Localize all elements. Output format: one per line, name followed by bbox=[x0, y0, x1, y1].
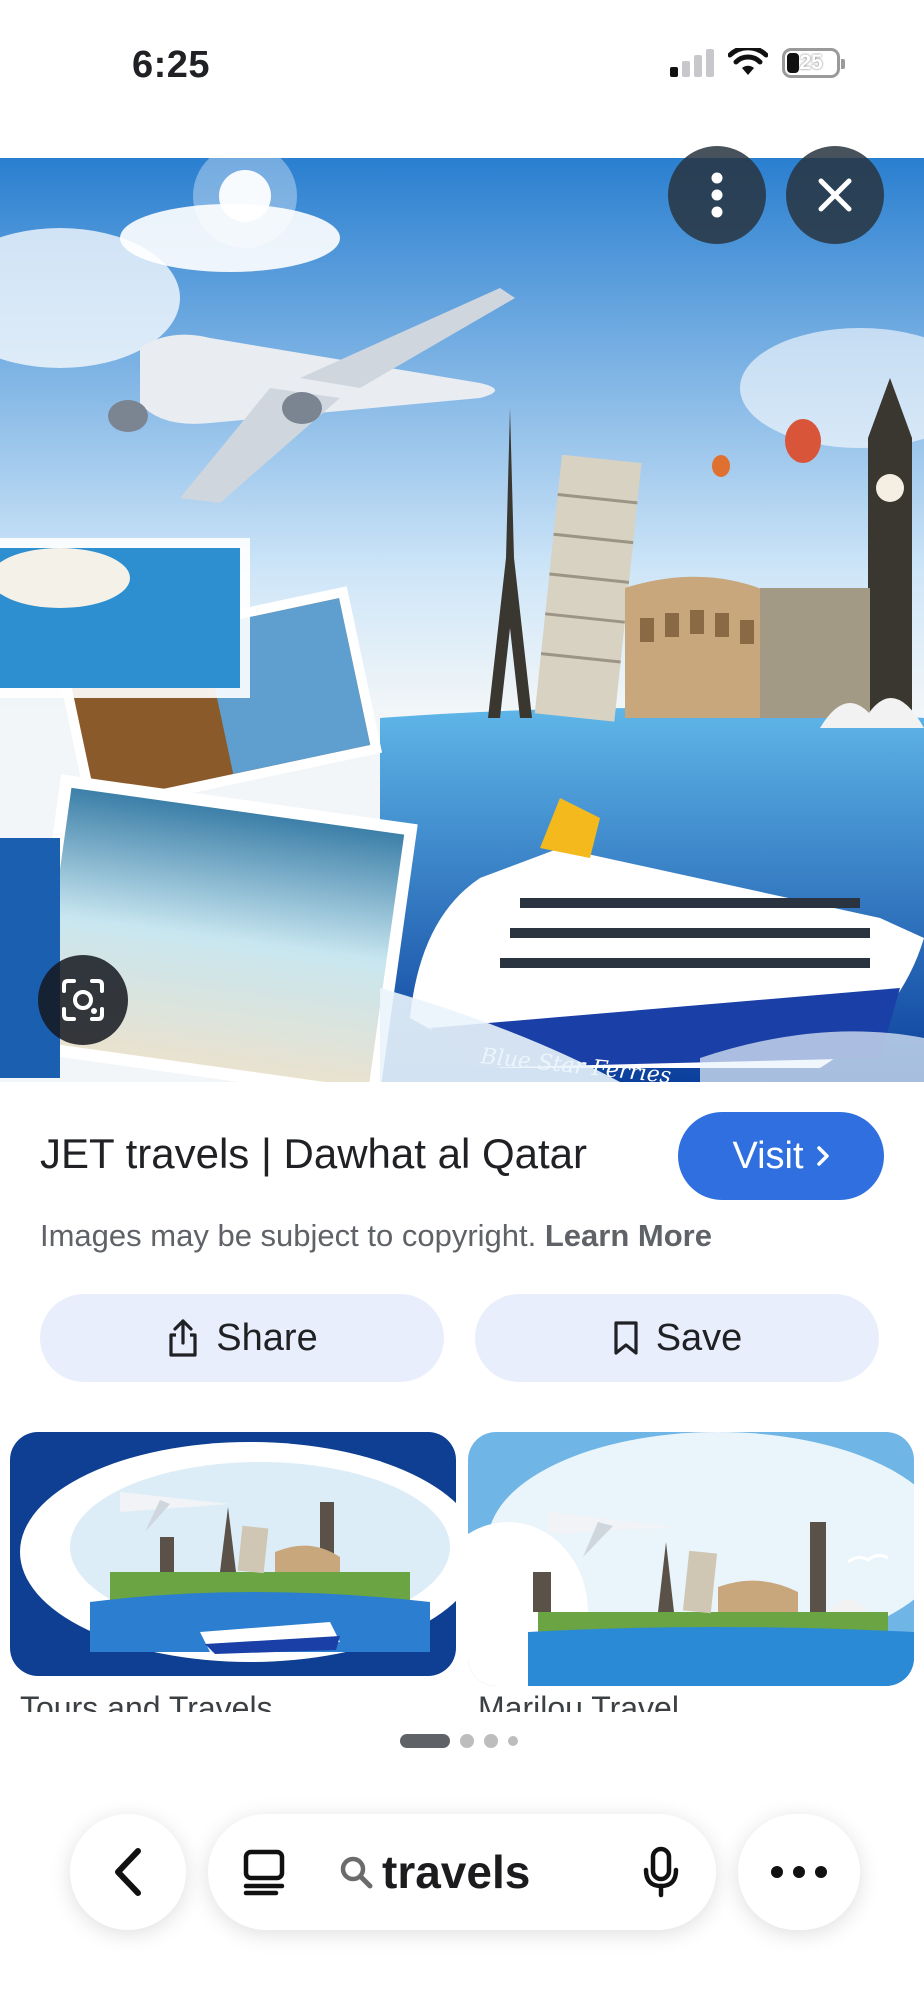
page-dot-active bbox=[400, 1734, 450, 1748]
search-query[interactable]: travels bbox=[338, 1845, 530, 1899]
hero-image[interactable]: Blue Star Ferries bbox=[0, 158, 924, 1082]
visit-button[interactable]: Visit bbox=[678, 1112, 884, 1200]
related-result-image[interactable] bbox=[468, 1432, 914, 1686]
battery-level: 25 bbox=[799, 51, 823, 74]
page-dot bbox=[460, 1734, 474, 1748]
more-vertical-icon bbox=[711, 172, 723, 218]
related-result-label[interactable]: Marilou Travel bbox=[478, 1688, 679, 1712]
bookmark-icon bbox=[614, 1321, 638, 1355]
save-button[interactable]: Save bbox=[475, 1294, 879, 1382]
back-button[interactable] bbox=[70, 1814, 186, 1930]
search-query-text: travels bbox=[382, 1846, 531, 1898]
wifi-icon bbox=[728, 48, 768, 75]
learn-more-link[interactable]: Learn More bbox=[545, 1218, 712, 1253]
more-options-button[interactable] bbox=[668, 146, 766, 244]
page-dot bbox=[484, 1734, 498, 1748]
share-button[interactable]: Share bbox=[40, 1294, 444, 1382]
more-horizontal-icon bbox=[771, 1866, 827, 1878]
visual-search-button[interactable] bbox=[38, 955, 128, 1045]
share-icon bbox=[169, 1319, 197, 1357]
address-bar[interactable]: travels bbox=[208, 1814, 716, 1930]
battery-icon: 25 bbox=[782, 48, 845, 78]
related-result-label[interactable]: Tours and Travels bbox=[20, 1688, 273, 1712]
visual-search-icon bbox=[62, 979, 104, 1021]
browser-menu-button[interactable] bbox=[738, 1814, 860, 1930]
cellular-signal-icon bbox=[670, 49, 714, 77]
related-travel-image-1 bbox=[10, 1432, 456, 1676]
page-dot bbox=[508, 1736, 518, 1746]
result-title: JET travels | Dawhat al Qatar bbox=[40, 1130, 588, 1177]
close-button[interactable] bbox=[786, 146, 884, 244]
travel-collage-image: Blue Star Ferries bbox=[0, 158, 924, 1082]
back-chevron-icon bbox=[115, 1848, 141, 1896]
page-indicator bbox=[400, 1734, 518, 1748]
search-icon bbox=[340, 1856, 373, 1889]
microphone-icon[interactable] bbox=[642, 1846, 680, 1898]
visit-label: Visit bbox=[732, 1134, 804, 1177]
related-travel-image-2 bbox=[468, 1432, 914, 1686]
share-label: Share bbox=[216, 1316, 318, 1359]
copyright-text: Images may be subject to copyright. bbox=[40, 1218, 537, 1253]
copyright-notice: Images may be subject to copyright. Lear… bbox=[40, 1218, 712, 1254]
close-icon bbox=[818, 178, 852, 212]
chevron-right-icon bbox=[816, 1146, 829, 1166]
related-result-image[interactable] bbox=[10, 1432, 456, 1676]
status-bar: 6:25 25 bbox=[0, 0, 924, 130]
save-label: Save bbox=[655, 1316, 743, 1359]
status-time: 6:25 bbox=[132, 44, 211, 86]
status-icons: 25 bbox=[670, 48, 845, 78]
tabs-icon[interactable] bbox=[242, 1848, 286, 1896]
